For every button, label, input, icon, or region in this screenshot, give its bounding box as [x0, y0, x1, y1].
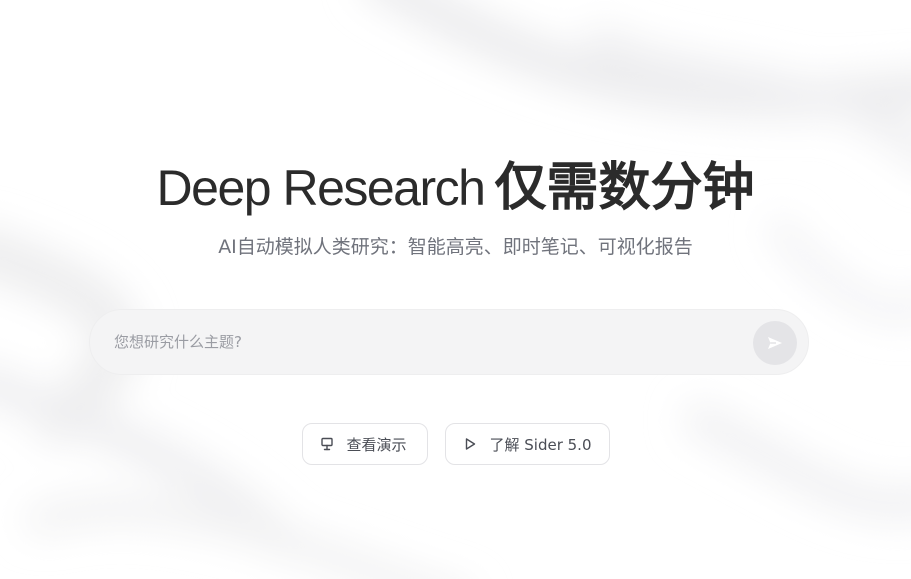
search-input[interactable] [114, 310, 714, 374]
background-swirl [0, 0, 911, 579]
presentation-icon [319, 436, 335, 452]
title-chinese: 仅需数分钟 [494, 159, 755, 217]
send-icon [768, 337, 782, 349]
view-demo-label: 查看演示 [346, 435, 407, 454]
play-icon [462, 436, 478, 452]
title-english: Deep Research [156, 160, 486, 216]
search-box [89, 309, 809, 375]
action-buttons: 查看演示 了解 Sider 5.0 [0, 423, 911, 465]
view-demo-button[interactable]: 查看演示 [301, 423, 428, 465]
learn-sider-button[interactable]: 了解 Sider 5.0 [444, 423, 610, 465]
learn-sider-label: 了解 Sider 5.0 [489, 435, 592, 454]
page-subtitle: AI自动模拟人类研究：智能高亮、即时笔记、可视化报告 [218, 236, 693, 258]
page-title: Deep Research 仅需数分钟 [0, 152, 911, 237]
page: Deep Research 仅需数分钟 AI自动模拟人类研究：智能高亮、即时笔记、… [0, 0, 911, 579]
send-button[interactable] [753, 321, 797, 365]
